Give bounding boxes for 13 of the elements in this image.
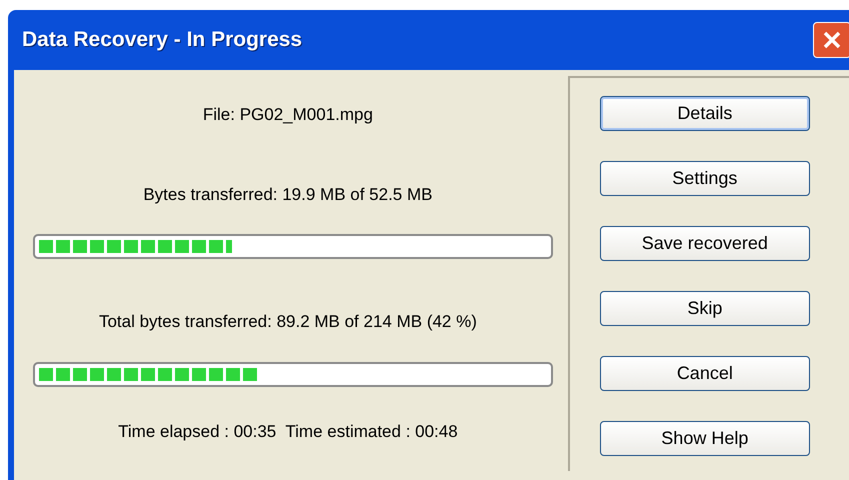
window-title: Data Recovery - In Progress: [22, 27, 302, 54]
dialog-button[interactable]: Save recovered: [600, 226, 810, 261]
dialog-button[interactable]: Show Help: [600, 421, 810, 456]
dialog-button[interactable]: Settings: [600, 161, 810, 196]
progress-label: Bytes transferred: 19.9 MB of 52.5 MB: [143, 184, 432, 206]
dialog-button[interactable]: Cancel: [600, 356, 810, 391]
dialog-button[interactable]: Details: [600, 96, 810, 131]
dialog-button[interactable]: Skip: [600, 291, 810, 326]
close-button[interactable]: [813, 22, 849, 58]
file-label: File: PG02_M001.mpg: [202, 104, 373, 126]
progress-label: Total bytes transferred: 89.2 MB of 214 MB (42 %): [98, 311, 477, 333]
time-label: Time elapsed : 00:35 Time estimated : 00:48: [118, 420, 458, 442]
close-icon: [822, 30, 842, 50]
